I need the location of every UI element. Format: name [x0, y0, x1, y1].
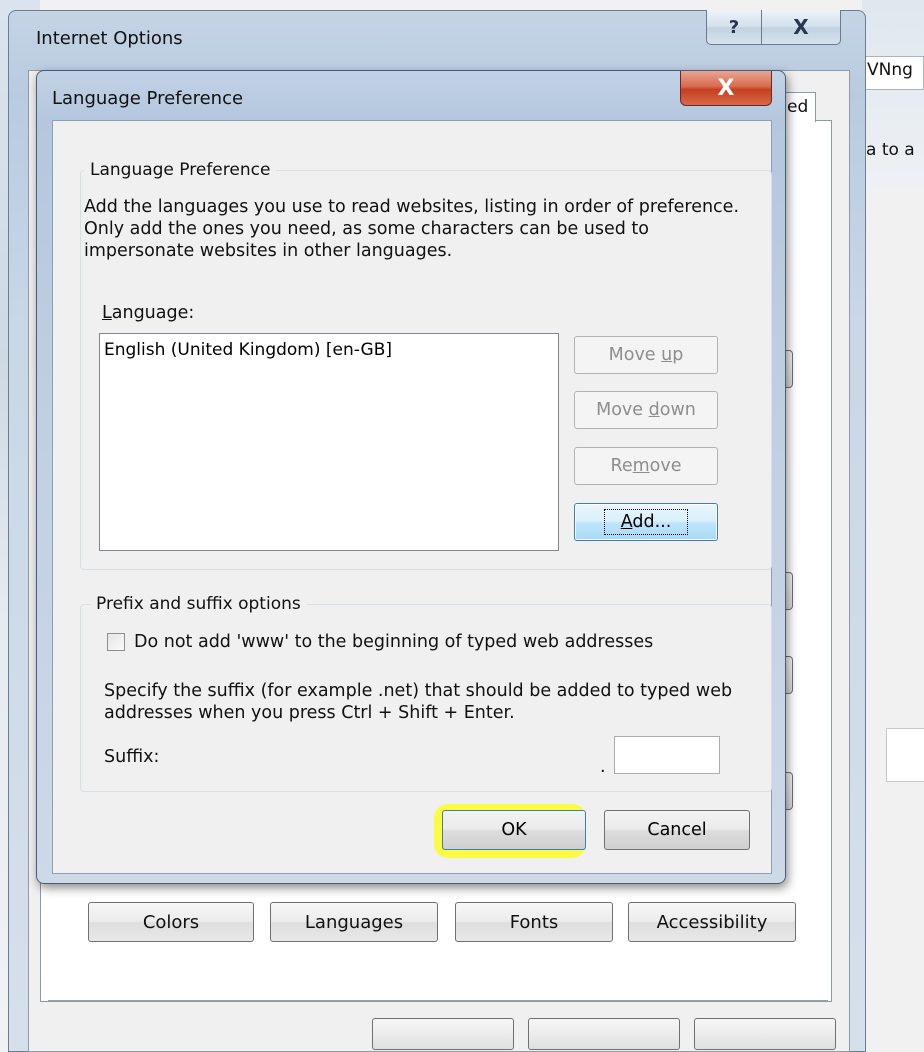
label-mnemonic: u	[661, 345, 673, 365]
languages-button[interactable]: Languages	[270, 902, 438, 942]
internet-options-title: Internet Options	[36, 28, 183, 49]
remove-label: Remove	[610, 456, 681, 476]
background-panel-fragment	[886, 728, 924, 782]
dialog-close-button[interactable]: X	[680, 71, 772, 106]
footer-button[interactable]	[694, 1018, 836, 1050]
language-preference-group-label: Language Preference	[84, 160, 277, 180]
help-icon: ?	[728, 16, 740, 38]
label-part: dd...	[632, 512, 672, 532]
background-window-right	[862, 0, 924, 190]
label-part: Move	[596, 400, 649, 420]
internet-options-close-button[interactable]: X	[761, 10, 841, 45]
suffix-input[interactable]	[614, 736, 720, 774]
move-down-button[interactable]: Move down	[574, 391, 718, 429]
add-label: Add...	[603, 509, 689, 535]
language-list-label: Language:	[102, 302, 194, 324]
move-down-label: Move down	[596, 400, 696, 420]
move-up-label: Move up	[609, 345, 684, 365]
cancel-button[interactable]: Cancel	[604, 810, 750, 850]
label-part: Move	[608, 345, 662, 365]
language-description: Add the languages you use to read websit…	[84, 197, 740, 261]
dialog-title: Language Preference	[52, 88, 244, 109]
languages-button-label: Languages	[304, 911, 404, 933]
ok-button[interactable]: OK	[442, 810, 586, 850]
remove-button[interactable]: Remove	[574, 447, 718, 485]
prefix-suffix-group-label: Prefix and suffix options	[90, 594, 307, 614]
help-button[interactable]: ?	[706, 10, 762, 45]
label-mnemonic: m	[632, 456, 650, 476]
footer-button[interactable]	[372, 1018, 514, 1050]
fonts-button[interactable]: Fonts	[455, 902, 613, 942]
move-up-button[interactable]: Move up	[574, 336, 718, 374]
list-item[interactable]: English (United Kingdom) [en-GB]	[104, 340, 554, 360]
footer-button[interactable]	[528, 1018, 680, 1050]
suffix-label: Suffix:	[104, 747, 160, 767]
close-icon: X	[793, 15, 809, 39]
tab-advanced-label: ed	[787, 97, 809, 117]
add-button[interactable]: Add...	[574, 503, 718, 541]
label-part: p	[672, 345, 684, 365]
suffix-dot: .	[600, 757, 606, 777]
label-part: Re	[610, 456, 633, 476]
accessibility-button[interactable]: Accessibility	[628, 902, 796, 942]
label-part: ove	[649, 456, 682, 476]
language-list-label-rest: anguage:	[111, 303, 195, 323]
colors-button-label: Colors	[142, 911, 200, 933]
suffix-description: Specify the suffix (for example .net) th…	[104, 681, 733, 723]
language-list-label-mnemonic: L	[102, 303, 112, 323]
no-www-checkbox[interactable]	[107, 633, 125, 651]
background-text-fragment: a to a	[866, 140, 915, 160]
language-listbox[interactable]: English (United Kingdom) [en-GB]	[99, 333, 559, 551]
fonts-button-label: Fonts	[509, 911, 559, 933]
ok-button-label: OK	[501, 820, 527, 840]
label-part: own	[659, 400, 696, 420]
background-address-field: VNng	[862, 56, 924, 90]
no-www-checkbox-label[interactable]: Do not add 'www' to the beginning of typ…	[134, 631, 653, 653]
label-mnemonic: d	[648, 400, 660, 420]
close-icon: X	[717, 75, 735, 101]
colors-button[interactable]: Colors	[88, 902, 254, 942]
cancel-button-label: Cancel	[647, 820, 707, 840]
accessibility-button-label: Accessibility	[656, 911, 768, 933]
footer-divider	[48, 1000, 828, 1001]
label-mnemonic: A	[620, 512, 633, 532]
